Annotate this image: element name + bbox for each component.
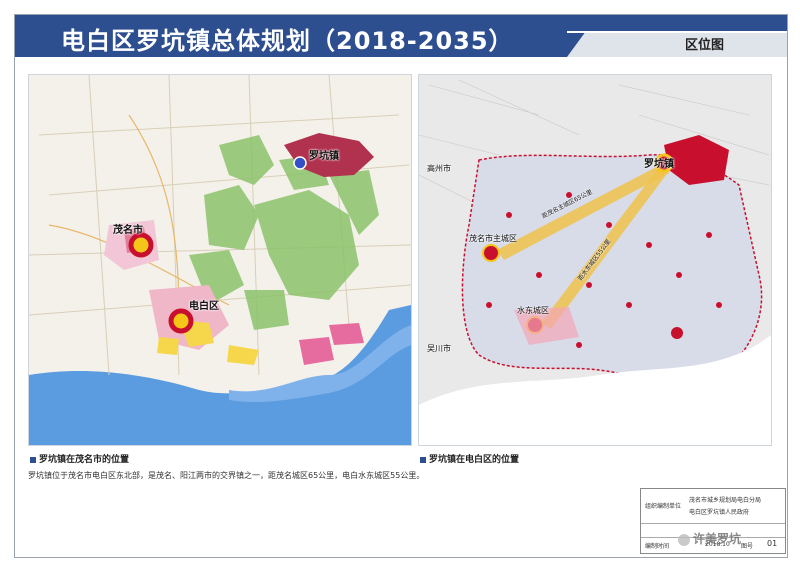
dianbai-marker (168, 308, 194, 334)
location-description: 罗坑镇位于茂名市电白区东北部，是茂名、阳江两市的交界镇之一，距茂名城区65公里，… (28, 471, 425, 480)
org-value: 茂名市城乡规划局电白分局 (689, 497, 762, 504)
right-caption: 罗坑镇在电白区的位置 (420, 452, 519, 465)
date-label: 编制时间 (645, 543, 670, 550)
left-caption-text: 罗坑镇在茂名市的位置 (39, 455, 130, 465)
org-value-2: 电白区罗坑镇人民政府 (689, 509, 750, 516)
watermark: 许美罗坑 (678, 530, 741, 547)
left-label-dianbai: 电白区 (189, 301, 219, 312)
caption-marker-icon (30, 456, 36, 463)
right-maoming-marker (482, 244, 500, 262)
dianbai-boundary (461, 154, 763, 383)
wechat-icon (678, 533, 690, 546)
right-label-gaozhou: 高州市 (427, 164, 451, 173)
right-label-luokeng: 罗坑镇 (644, 159, 674, 170)
left-label-luokeng: 罗坑镇 (309, 151, 339, 162)
right-label-wuchuan: 吴川市 (427, 344, 451, 353)
right-caption-text: 罗坑镇在电白区的位置 (429, 455, 520, 465)
tab-edge (567, 31, 787, 33)
sheet-label: 图号 (741, 543, 754, 550)
left-map-svg (29, 75, 411, 445)
watermark-text: 许美罗坑 (693, 532, 742, 546)
tab-location-label: 区位图 (685, 38, 725, 53)
luokeng-marker (293, 156, 307, 170)
sheet-value: 01 (767, 539, 778, 548)
right-map: 罗坑镇 茂名市主城区 水东城区 高州市 吴川市 距茂名主城区65公里 距水东城区… (418, 74, 772, 446)
maoming-marker (128, 232, 154, 258)
right-label-maoming: 茂名市主城区 (469, 234, 517, 243)
left-caption: 罗坑镇在茂名市的位置 (30, 452, 129, 465)
org-label: 组织编制单位 (645, 503, 682, 510)
caption-marker-icon (420, 456, 426, 463)
left-label-maoming: 茂名市 (113, 225, 143, 236)
tab-location-map (567, 33, 787, 57)
page-title: 电白区罗坑镇总体规划（2018-2035） (61, 27, 514, 55)
right-label-shuidong: 水东城区 (517, 306, 549, 315)
left-map: 罗坑镇 茂名市 电白区 (28, 74, 412, 446)
